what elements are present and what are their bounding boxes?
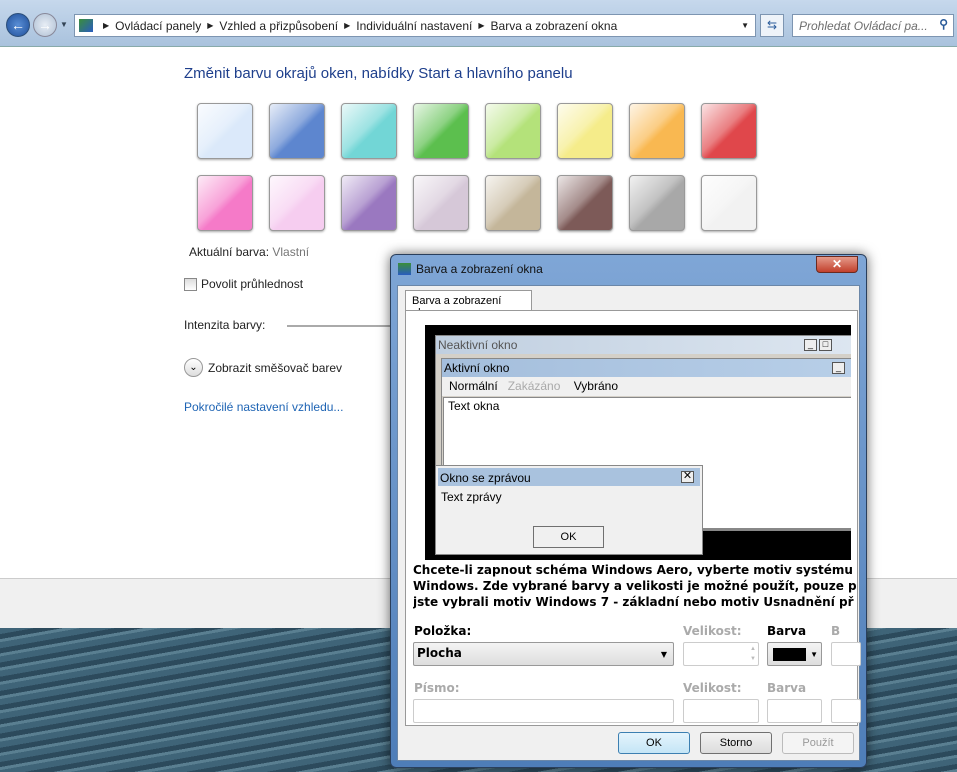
advanced-appearance-link[interactable]: Pokročilé nastavení vzhledu... bbox=[184, 400, 343, 414]
menu-disabled: Zakázáno bbox=[507, 379, 561, 393]
item-label: Položka: bbox=[414, 624, 472, 638]
color-swatch[interactable] bbox=[341, 175, 397, 231]
active-window-title: Aktivní okno bbox=[444, 361, 510, 375]
transparency-checkbox[interactable] bbox=[184, 278, 197, 291]
color-swatch[interactable] bbox=[701, 103, 757, 159]
color-swatch[interactable] bbox=[557, 103, 613, 159]
refresh-button[interactable]: ⇆ bbox=[760, 14, 784, 37]
close-icon: ✕ bbox=[681, 470, 694, 483]
back-button[interactable]: ← bbox=[6, 13, 30, 37]
menu-normal: Normální bbox=[449, 379, 498, 393]
breadcrumb-item[interactable]: Ovládací panely bbox=[115, 19, 201, 33]
info-text: Chcete-li zapnout schéma Windows Aero, v… bbox=[413, 563, 853, 577]
spinner-arrows-icon: ▲ ▼ bbox=[750, 646, 756, 662]
ok-button[interactable]: OK bbox=[618, 732, 690, 754]
color-swatch[interactable] bbox=[197, 103, 253, 159]
font-color-select[interactable] bbox=[767, 699, 822, 723]
current-color-label: Aktuální barva: bbox=[189, 245, 270, 259]
font-select[interactable] bbox=[413, 699, 674, 723]
intensity-label: Intenzita barvy: bbox=[184, 318, 266, 332]
dialog-title: Barva a zobrazení okna bbox=[416, 262, 543, 276]
color-swatch[interactable] bbox=[413, 175, 469, 231]
color-swatch[interactable] bbox=[557, 175, 613, 231]
color-label: Barva bbox=[767, 624, 807, 638]
tab-color-appearance[interactable]: Barva a zobrazení okna bbox=[405, 290, 532, 319]
explorer-toolbar: ← → ▼ ▶ Ovládací panely ▶ Vzhled a přizpůs… bbox=[0, 0, 957, 46]
breadcrumb-item[interactable]: Vzhled a přizpůsobení bbox=[219, 19, 338, 33]
chevron-down-icon: ▼ bbox=[660, 650, 667, 659]
forward-button[interactable]: → bbox=[33, 13, 57, 37]
color-swatch[interactable] bbox=[341, 103, 397, 159]
close-button[interactable]: ✕ bbox=[816, 256, 858, 273]
control-panel-icon bbox=[79, 19, 93, 32]
color-swatch[interactable] bbox=[485, 103, 541, 159]
search-input[interactable]: Prohledat Ovládací pa... ⚲ bbox=[792, 14, 954, 37]
color-swatch[interactable] bbox=[413, 103, 469, 159]
item-select[interactable]: Plocha ▼ bbox=[413, 642, 674, 666]
size-label: Velikost: bbox=[683, 624, 742, 638]
breadcrumb-item[interactable]: Individuální nastavení bbox=[356, 19, 472, 33]
chevron-down-icon: ▼ bbox=[810, 650, 818, 659]
intensity-slider[interactable] bbox=[287, 325, 397, 327]
font-color-label: Barva bbox=[767, 681, 807, 695]
color-mixer-toggle[interactable]: Zobrazit směšovač barev bbox=[208, 361, 342, 375]
breadcrumb-item[interactable]: Barva a zobrazení okna bbox=[491, 19, 618, 33]
color-swatch[interactable] bbox=[197, 175, 253, 231]
apply-button[interactable]: Použít bbox=[782, 732, 854, 754]
color-picker-button[interactable]: ▼ bbox=[767, 642, 822, 666]
current-color-value: Vlastní bbox=[272, 245, 310, 259]
dialog-icon bbox=[398, 263, 411, 275]
menu-selected: Vybráno bbox=[573, 379, 618, 393]
preview-ok-button[interactable]: OK bbox=[533, 526, 604, 548]
color-swatch[interactable] bbox=[269, 175, 325, 231]
color-swatch[interactable] bbox=[629, 103, 685, 159]
font-style-button[interactable] bbox=[831, 699, 861, 723]
search-icon[interactable]: ⚲ bbox=[939, 17, 948, 31]
page-title: Změnit barvu okrajů oken, nabídky Start … bbox=[184, 65, 573, 82]
expand-mixer-icon[interactable]: ⌄ bbox=[184, 358, 203, 377]
font-size-select[interactable] bbox=[683, 699, 759, 723]
color-swatch[interactable] bbox=[485, 175, 541, 231]
color-swatch[interactable] bbox=[701, 175, 757, 231]
info-text: jste vybrali motiv Windows 7 - základní … bbox=[413, 595, 854, 609]
color-swatch bbox=[773, 648, 806, 661]
color-swatch[interactable] bbox=[269, 103, 325, 159]
transparency-label[interactable]: Povolit průhlednost bbox=[201, 277, 303, 291]
cancel-button[interactable]: Storno bbox=[700, 732, 772, 754]
minimize-icon: _ bbox=[832, 362, 845, 374]
color2-picker-button[interactable] bbox=[831, 642, 861, 666]
message-box-preview[interactable]: Okno se zprávou ✕ Text zprávy OK bbox=[435, 465, 703, 555]
recent-pages-dropdown[interactable]: ▼ bbox=[60, 20, 68, 29]
message-text: Text zprávy bbox=[441, 490, 502, 504]
minimize-icon: _ bbox=[804, 339, 817, 351]
font-size-label: Velikost: bbox=[683, 681, 742, 695]
address-bar[interactable]: ▶ Ovládací panely ▶ Vzhled a přizpůsobení … bbox=[74, 14, 756, 37]
address-dropdown-icon[interactable]: ▼ bbox=[741, 21, 749, 30]
current-color: Aktuální barva: Vlastní bbox=[189, 245, 309, 259]
size-spinner[interactable]: ▲ ▼ bbox=[683, 642, 759, 666]
color2-label: B bbox=[831, 624, 841, 638]
appearance-preview[interactable]: Neaktivní okno _ □ Aktivní okno _ Normál… bbox=[425, 325, 851, 560]
maximize-icon: □ bbox=[819, 339, 832, 351]
inactive-window-title: Neaktivní okno bbox=[438, 338, 518, 352]
item-select-value: Plocha bbox=[417, 646, 462, 660]
search-placeholder: Prohledat Ovládací pa... bbox=[799, 19, 928, 33]
color-swatch[interactable] bbox=[629, 175, 685, 231]
info-text: Windows. Zde vybrané barvy a velikosti j… bbox=[413, 579, 857, 593]
font-label: Písmo: bbox=[414, 681, 460, 695]
message-box-title: Okno se zprávou bbox=[440, 471, 531, 485]
color-appearance-dialog: Barva a zobrazení okna ✕ Barva a zobraze… bbox=[390, 254, 867, 768]
